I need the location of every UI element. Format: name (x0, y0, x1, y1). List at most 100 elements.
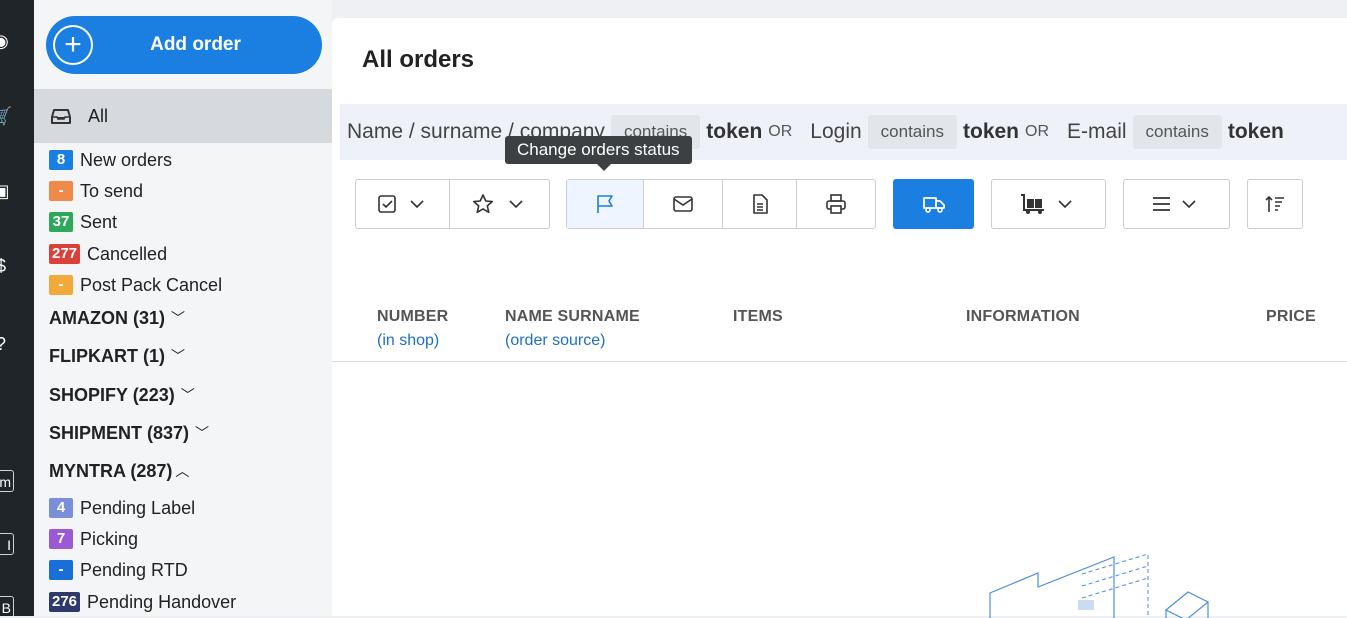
dolly-icon (1020, 194, 1072, 214)
count-badge: 277 (49, 244, 81, 264)
box-icon[interactable]: ▣ (0, 180, 12, 202)
search-filter-bar[interactable]: Name / surname / company contains token … (340, 104, 1347, 160)
star-icon (472, 194, 523, 214)
sidebar-item-cancelled[interactable]: 277 Cancelled (49, 242, 167, 266)
cart-icon[interactable]: 🛒 (0, 105, 12, 127)
chevron-down-icon: ﹀ (180, 387, 195, 403)
add-order-button[interactable]: + Add order (46, 16, 322, 74)
chevron-down-icon: ﹀ (171, 310, 185, 326)
group-myntra[interactable]: MYNTRA (287) ︿ (49, 459, 189, 483)
sidebar-item-label: To send (80, 180, 144, 201)
sidebar-item-all[interactable]: All (34, 89, 332, 143)
warehouse-toolbar (991, 179, 1106, 229)
flag-icon (597, 195, 613, 213)
sidebar-item-pending-rtd[interactable]: - Pending RTD (49, 558, 188, 582)
palette-icon[interactable]: ◉ (0, 30, 12, 52)
filter-joiner: OR (768, 123, 793, 140)
settlement-icon[interactable]: $ (0, 255, 12, 277)
count-badge: 4 (49, 498, 73, 518)
select-dropdown-button[interactable] (356, 180, 450, 228)
filter-op-email[interactable]: contains (1132, 115, 1222, 149)
sidebar-item-label: Sent (80, 211, 118, 232)
sidebar-item-label: Cancelled (87, 243, 168, 264)
favorite-dropdown-button[interactable] (450, 180, 549, 228)
sidebar-item-label: New orders (80, 149, 173, 170)
shipping-button[interactable] (893, 179, 974, 229)
column-subheader-name: (order source) (505, 332, 606, 349)
filter-op-login[interactable]: contains (867, 115, 957, 149)
header-divider (332, 361, 1347, 362)
help-icon[interactable]: ? (0, 333, 12, 355)
group-shipment[interactable]: SHIPMENT (837) ﹀ (49, 421, 209, 445)
rail-box-b[interactable]: B (0, 596, 14, 616)
sidebar-item-picking[interactable]: 7 Picking (49, 527, 138, 551)
sidebar-item-label: Pending RTD (80, 559, 188, 580)
group-flipkart[interactable]: FLIPKART (1) ﹀ (49, 344, 185, 368)
tooltip-change-status: Change orders status (505, 136, 692, 171)
column-header-number[interactable]: NUMBER (377, 308, 448, 326)
sort-button[interactable] (1248, 180, 1302, 228)
checkbox-icon (377, 195, 424, 213)
chevron-down-icon: ﹀ (171, 348, 185, 364)
sidebar-item-pending-label[interactable]: 4 Pending Label (49, 496, 195, 520)
column-header-name[interactable]: NAME SURNAME (505, 308, 640, 326)
sidebar-item-label: Pending Label (80, 497, 196, 518)
printer-icon (826, 194, 846, 214)
count-badge: 276 (49, 592, 81, 612)
group-amazon[interactable]: AMAZON (31) ﹀ (49, 306, 185, 330)
sort-icon (1265, 195, 1284, 212)
document-button[interactable] (723, 180, 797, 228)
filter-label-email: E-mail (1067, 120, 1127, 143)
email-button[interactable] (644, 180, 723, 228)
add-order-label: Add order (150, 34, 241, 55)
sidebar-item-new-orders[interactable]: 8 New orders (49, 148, 172, 172)
count-badge: 7 (49, 529, 73, 549)
selection-toolbar (355, 179, 550, 229)
group-label: SHOPIFY (223) (49, 384, 175, 405)
count-badge: - (49, 275, 73, 295)
group-label: MYNTRA (287) (49, 460, 173, 481)
print-button[interactable] (797, 180, 875, 228)
more-menu-button[interactable] (1124, 180, 1229, 228)
filter-token-login[interactable]: token (963, 120, 1019, 144)
chevron-up-icon: ︿ (175, 463, 190, 479)
sidebar-item-label: All (88, 105, 109, 126)
sidebar-item-sent[interactable]: 37 Sent (49, 210, 117, 234)
inbox-icon (51, 109, 71, 124)
sidebar-item-label: Post Pack Cancel (80, 274, 223, 295)
filter-label-login: Login (810, 120, 862, 143)
column-header-items[interactable]: ITEMS (733, 308, 783, 326)
sidebar-item-label: Picking (80, 528, 139, 549)
more-toolbar (1123, 179, 1230, 229)
plus-icon: + (53, 25, 93, 65)
group-label: FLIPKART (1) (49, 345, 165, 366)
count-badge: 8 (49, 150, 73, 170)
filter-token-name[interactable]: token (706, 120, 762, 144)
group-label: AMAZON (31) (49, 307, 165, 328)
column-header-price[interactable]: PRICE (1266, 308, 1316, 326)
rail-box-m[interactable]: m (0, 470, 14, 492)
column-header-information[interactable]: INFORMATION (966, 308, 1080, 326)
group-shopify[interactable]: SHOPIFY (223) ﹀ (49, 383, 195, 407)
sidebar: + Add order All 8 New orders - To send 3… (34, 0, 332, 616)
sidebar-item-pending-handover[interactable]: 276 Pending Handover (49, 590, 236, 614)
group-label: SHIPMENT (837) (49, 422, 190, 443)
count-badge: - (49, 181, 73, 201)
sidebar-item-to-send[interactable]: - To send (49, 179, 143, 203)
menu-icon (1152, 197, 1196, 211)
chevron-down-icon: ﹀ (195, 425, 210, 441)
warehouse-dropdown-button[interactable] (992, 180, 1105, 228)
actions-toolbar (566, 179, 876, 229)
main-panel: All orders Name / surname / company cont… (332, 18, 1347, 618)
filter-token-email[interactable]: token (1228, 120, 1284, 144)
filter-joiner: OR (1025, 123, 1050, 140)
rail-box-i[interactable]: I (0, 533, 14, 555)
sort-toolbar (1247, 179, 1303, 229)
page-title: All orders (362, 46, 475, 73)
truck-icon (922, 197, 945, 213)
column-subheader-number: (in shop) (377, 332, 440, 349)
empty-state-illustration (989, 553, 1210, 618)
sidebar-item-post-pack-cancel[interactable]: - Post Pack Cancel (49, 273, 222, 297)
change-status-button[interactable] (567, 180, 644, 228)
app-rail: ◉ 🛒 ▣ $ ? m I B (0, 0, 34, 616)
